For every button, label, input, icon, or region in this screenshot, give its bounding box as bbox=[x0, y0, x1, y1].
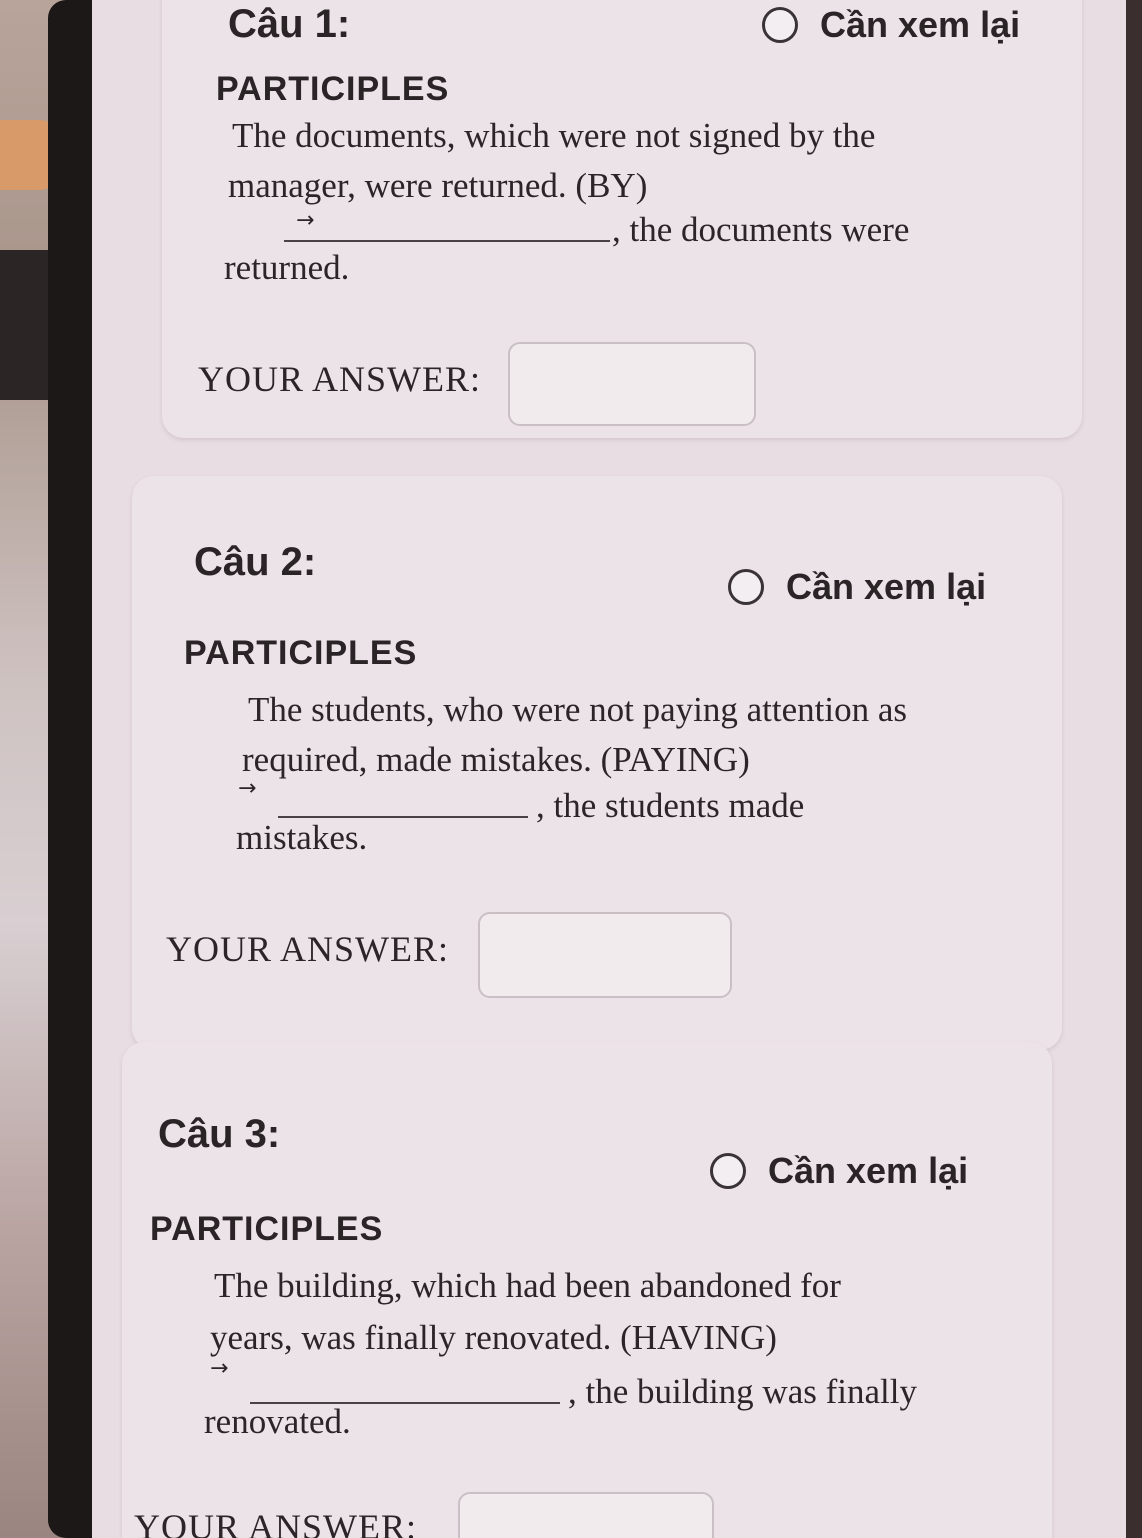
answer-label: YOUR ANSWER: bbox=[134, 1507, 418, 1538]
question-sentence-line2: years, was finally renovated. (HAVING) bbox=[210, 1318, 777, 1357]
review-toggle[interactable]: Cần xem lại bbox=[762, 4, 1020, 46]
answer-label: YOUR ANSWER: bbox=[198, 359, 482, 399]
question-card-3: Câu 3: Cần xem lại PARTICIPLES The build… bbox=[122, 1042, 1052, 1538]
answer-input[interactable] bbox=[508, 342, 756, 426]
question-title: Câu 2: bbox=[194, 540, 317, 584]
question-title: Câu 1: bbox=[228, 2, 351, 46]
arrow-icon: → bbox=[210, 1356, 229, 1381]
question-title: Câu 3: bbox=[158, 1112, 281, 1156]
topic-label: PARTICIPLES bbox=[216, 70, 450, 108]
blank-line bbox=[284, 240, 610, 242]
question-sentence-line1: The documents, which were not signed by … bbox=[232, 116, 876, 155]
question-card-2: Câu 2: Cần xem lại PARTICIPLES The stude… bbox=[132, 476, 1062, 1050]
review-toggle[interactable]: Cần xem lại bbox=[710, 1150, 968, 1192]
topic-label: PARTICIPLES bbox=[150, 1210, 384, 1248]
review-label: Cần xem lại bbox=[786, 566, 987, 607]
radio-icon[interactable] bbox=[710, 1153, 746, 1189]
radio-icon[interactable] bbox=[728, 569, 764, 605]
answer-input[interactable] bbox=[458, 1492, 714, 1538]
quiz-screen: Câu 1: Cần xem lại PARTICIPLES The docum… bbox=[92, 0, 1132, 1538]
review-toggle[interactable]: Cần xem lại bbox=[728, 566, 986, 608]
answer-label: YOUR ANSWER: bbox=[166, 929, 450, 969]
continuation-text: , the documents were bbox=[612, 210, 910, 249]
phone-right-edge bbox=[1126, 0, 1142, 1538]
continuation-line2: returned. bbox=[224, 248, 350, 287]
radio-icon[interactable] bbox=[762, 7, 798, 43]
question-sentence-line2: manager, were returned. (BY) bbox=[228, 166, 648, 205]
topic-label: PARTICIPLES bbox=[184, 634, 418, 672]
question-sentence-line1: The building, which had been abandoned f… bbox=[214, 1266, 841, 1305]
background-object-dark bbox=[0, 250, 48, 400]
question-sentence-line2: required, made mistakes. (PAYING) bbox=[242, 740, 750, 779]
review-label: Cần xem lại bbox=[820, 4, 1021, 45]
continuation-text: , the building was finally bbox=[568, 1372, 917, 1411]
continuation-line2: mistakes. bbox=[236, 818, 368, 857]
continuation-line2: renovated. bbox=[204, 1402, 351, 1441]
continuation-text: , the students made bbox=[536, 786, 805, 825]
answer-input[interactable] bbox=[478, 912, 732, 998]
review-label: Cần xem lại bbox=[768, 1150, 969, 1191]
arrow-icon: → bbox=[296, 208, 315, 233]
question-sentence-line1: The students, who were not paying attent… bbox=[248, 690, 908, 729]
arrow-icon: → bbox=[238, 776, 257, 801]
question-card-1: Câu 1: Cần xem lại PARTICIPLES The docum… bbox=[162, 0, 1082, 438]
